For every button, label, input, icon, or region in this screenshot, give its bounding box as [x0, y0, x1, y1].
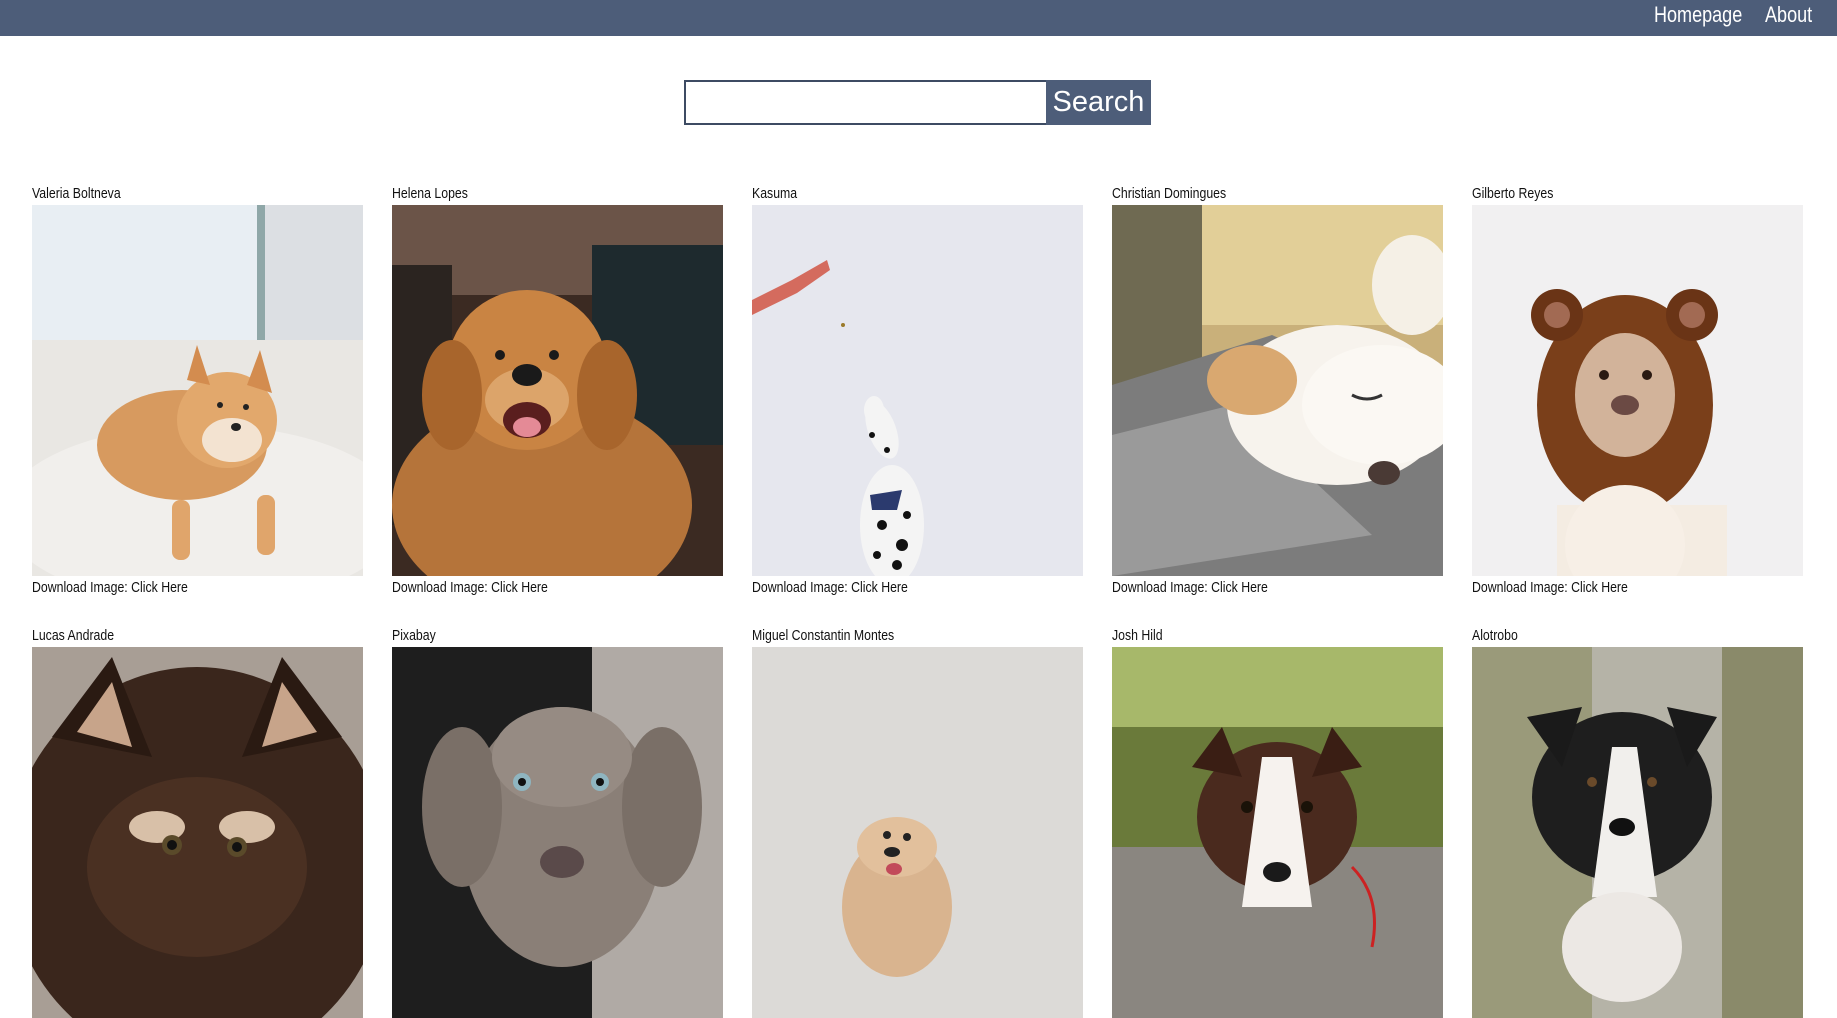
download-row: Download Image: Click Here	[32, 579, 303, 597]
photo-author: Miguel Constantin Montes	[752, 627, 895, 644]
photo-image[interactable]	[752, 647, 1083, 1018]
photo-author: Christian Domingues	[1112, 185, 1227, 202]
golden-retriever-photo	[392, 205, 723, 576]
photo-image[interactable]	[752, 205, 1083, 576]
photo-image[interactable]	[1112, 647, 1443, 1018]
photo-image[interactable]	[392, 205, 723, 576]
shiba-inu-puppy-photo	[32, 205, 363, 576]
photo-author: Lucas Andrade	[32, 627, 115, 644]
photo-image[interactable]	[1112, 205, 1443, 576]
photo-card: Helena Lopes Download Image: Click Here	[392, 185, 723, 597]
photo-author: Gilberto Reyes	[1472, 185, 1554, 202]
photo-card: Christian Domingues Download Image: Clic…	[1112, 185, 1443, 597]
photo-card: Gilberto Reyes Download Image: Click Her…	[1472, 185, 1803, 597]
download-label: Download Image:	[752, 579, 852, 596]
dog-bear-hat-photo	[1472, 205, 1803, 576]
download-row: Download Image: Click Here	[1112, 579, 1383, 597]
running-border-collie-photo	[1472, 647, 1803, 1018]
download-row: Download Image: Click Here	[1472, 579, 1743, 597]
photo-card: Josh Hild	[1112, 627, 1443, 1018]
download-link[interactable]: Click Here	[1211, 579, 1268, 596]
photo-image[interactable]	[32, 647, 363, 1018]
photo-image[interactable]	[1472, 647, 1803, 1018]
download-label: Download Image:	[1112, 579, 1212, 596]
fluffy-puppy-photo	[32, 647, 363, 1018]
photo-card: Lucas Andrade	[32, 627, 363, 1018]
search-bar: Search	[684, 80, 1151, 125]
photo-card: Alotrobo	[1472, 627, 1803, 1018]
search-button[interactable]: Search	[1046, 80, 1151, 125]
sleeping-dog-photo	[1112, 205, 1443, 576]
nav-about-link[interactable]: About	[1765, 2, 1812, 28]
photo-image[interactable]	[392, 647, 723, 1018]
photo-card: Valeria Boltneva Download Image: Click H…	[32, 185, 363, 597]
dalmatian-photo	[752, 205, 1083, 576]
photo-card: Pixabay	[392, 627, 723, 1018]
photo-card: Kasuma Download Image: Click Here	[752, 185, 1083, 597]
photo-image[interactable]	[1472, 205, 1803, 576]
photo-card: Miguel Constantin Montes	[752, 627, 1083, 1018]
download-link[interactable]: Click Here	[1571, 579, 1628, 596]
photo-author: Helena Lopes	[392, 185, 468, 202]
top-nav-bar: Homepage About	[0, 0, 1837, 36]
download-link[interactable]: Click Here	[131, 579, 188, 596]
photo-author: Pixabay	[392, 627, 436, 644]
download-link[interactable]: Click Here	[851, 579, 908, 596]
search-input[interactable]	[684, 80, 1046, 125]
download-link[interactable]: Click Here	[491, 579, 548, 596]
download-label: Download Image:	[392, 579, 492, 596]
photo-author: Josh Hild	[1112, 627, 1163, 644]
photo-image[interactable]	[32, 205, 363, 576]
weimaraner-puppy-photo	[392, 647, 723, 1018]
download-row: Download Image: Click Here	[392, 579, 663, 597]
photo-author: Valeria Boltneva	[32, 185, 121, 202]
nav-homepage-link[interactable]: Homepage	[1654, 2, 1742, 28]
small-fluffy-dog-photo	[752, 647, 1083, 1018]
photo-author: Kasuma	[752, 185, 798, 202]
border-collie-puppy-photo	[1112, 647, 1443, 1018]
download-label: Download Image:	[32, 579, 132, 596]
photo-author: Alotrobo	[1472, 627, 1518, 644]
download-row: Download Image: Click Here	[752, 579, 1023, 597]
download-label: Download Image:	[1472, 579, 1572, 596]
